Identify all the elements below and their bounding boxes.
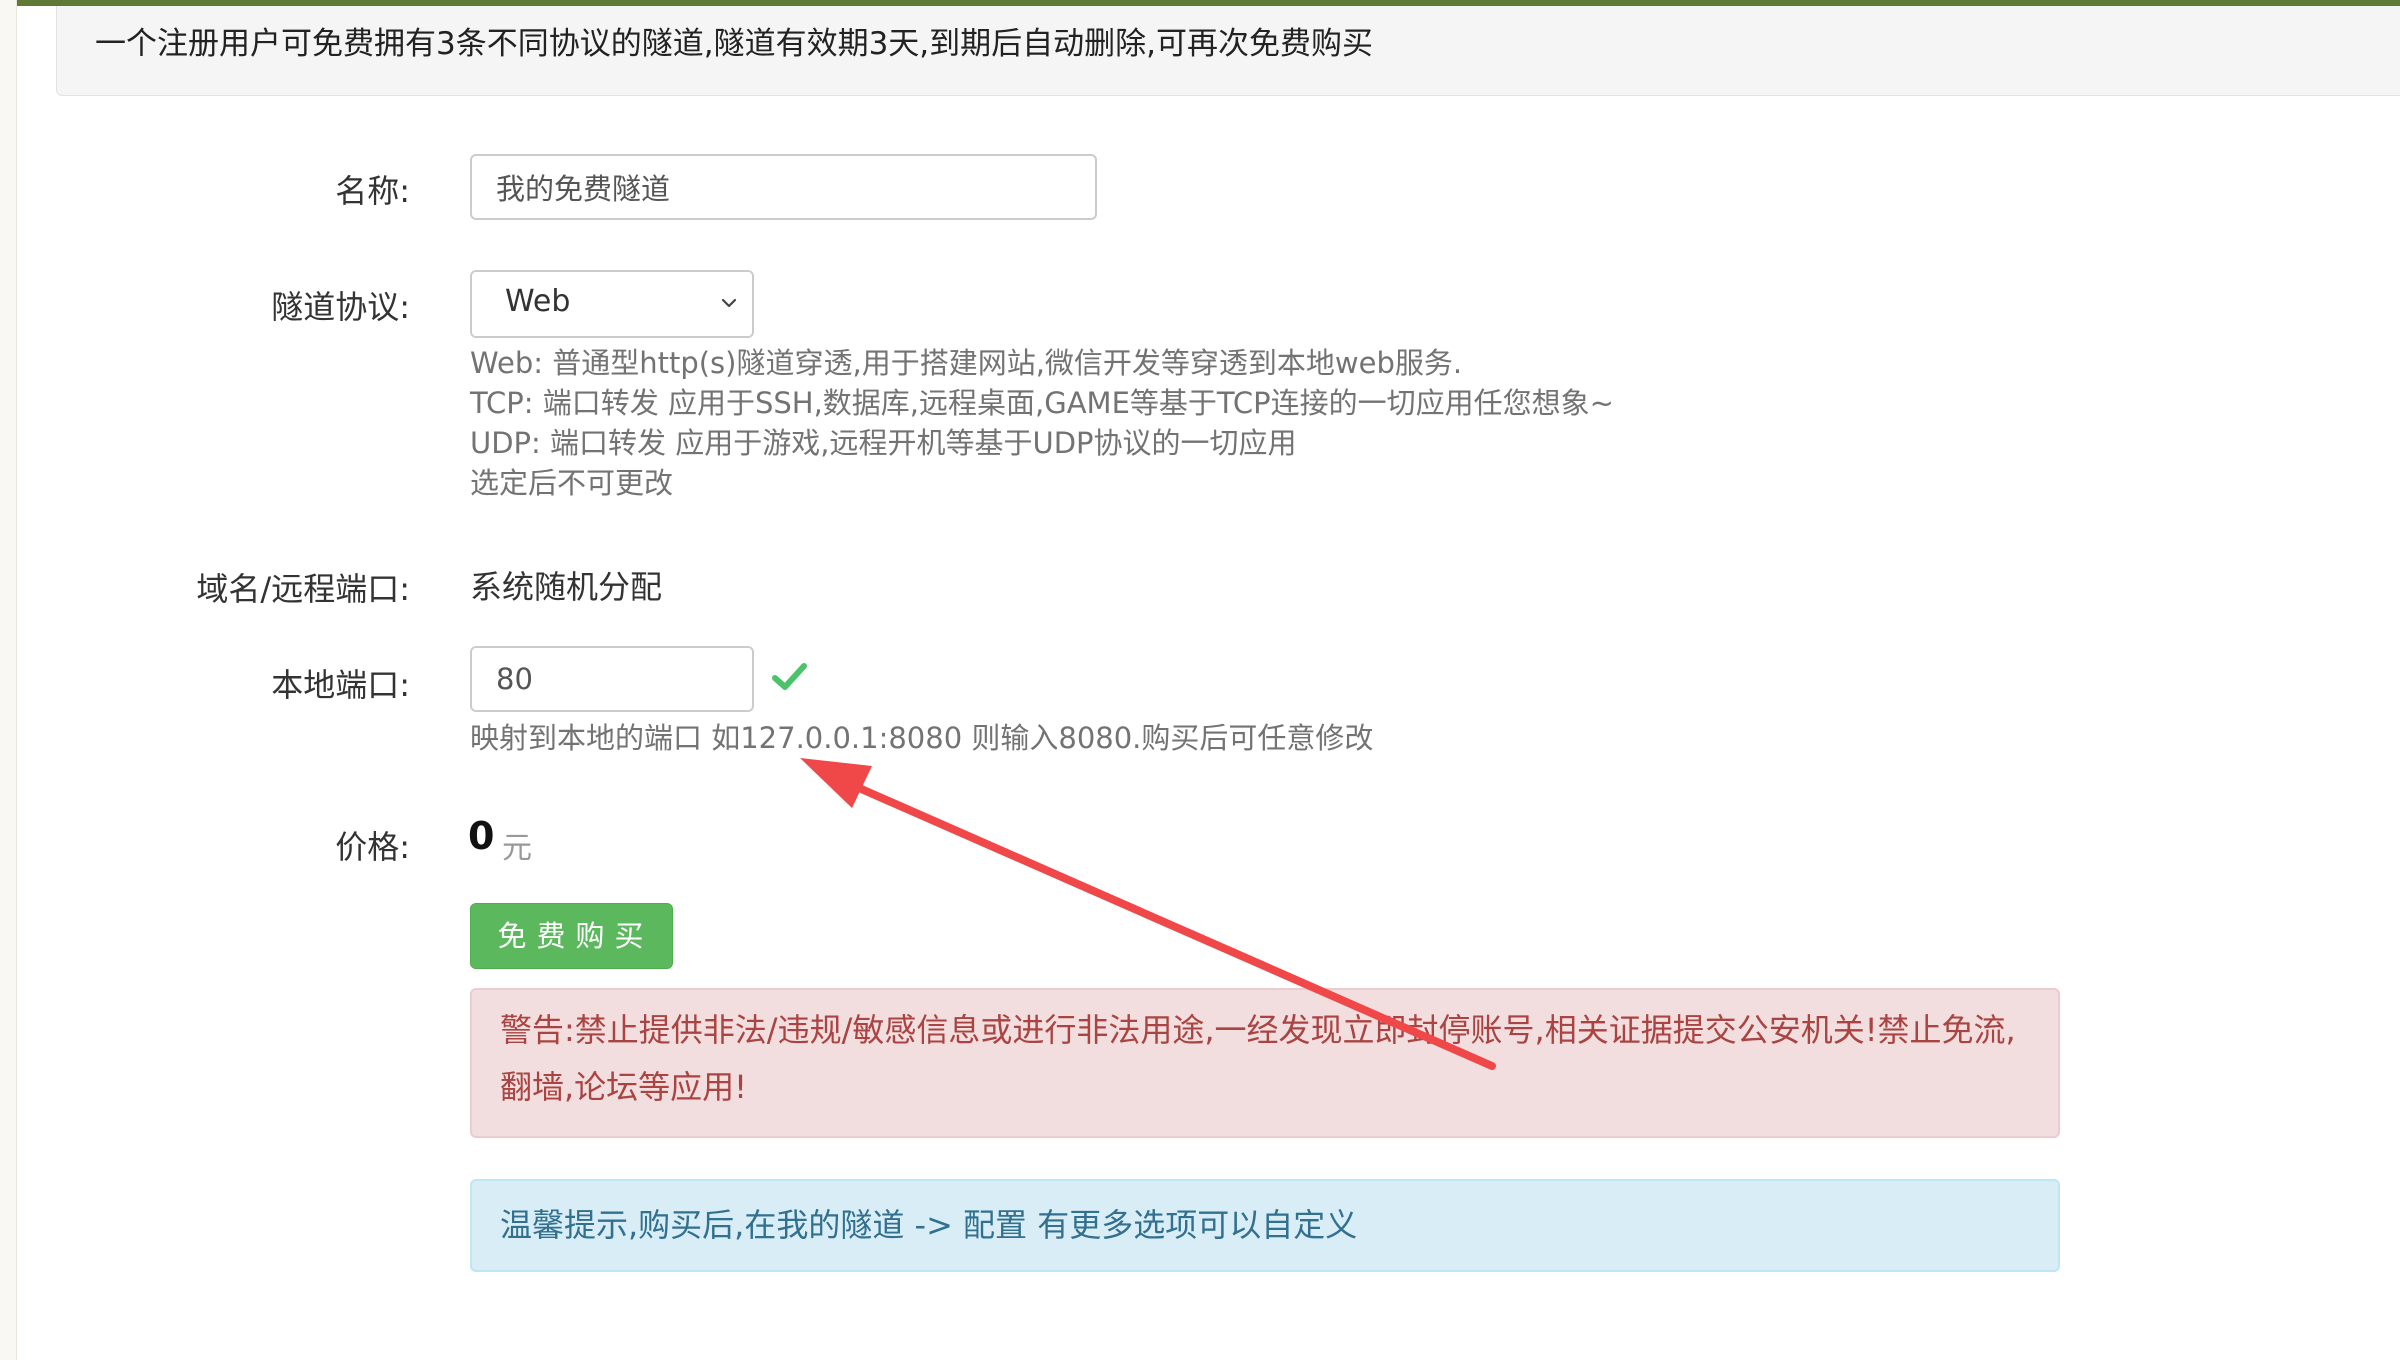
protocol-select[interactable]: Web — [470, 270, 754, 338]
local-port-label: 本地端口: — [271, 666, 410, 704]
protocol-help-tcp: TCP: 端口转发 应用于SSH,数据库,远程桌面,GAME等基于TCP连接的一… — [470, 386, 1614, 420]
domain-value: 系统随机分配 — [470, 568, 663, 606]
protocol-help-note: 选定后不可更改 — [470, 466, 674, 500]
local-port-input[interactable] — [470, 646, 754, 712]
name-label: 名称: — [335, 172, 410, 210]
free-buy-button[interactable]: 免费购买 — [470, 903, 673, 969]
protocol-label: 隧道协议: — [271, 288, 410, 326]
warning-alert: 警告:禁止提供非法/违规/敏感信息或进行非法用途,一经发现立即封停账号,相关证据… — [470, 988, 2060, 1138]
name-input[interactable] — [470, 154, 1097, 220]
notice-text: 一个注册用户可免费拥有3条不同协议的隧道,隧道有效期3天,到期后自动删除,可再次… — [95, 26, 1374, 62]
info-alert: 温馨提示,购买后,在我的隧道 -> 配置 有更多选项可以自定义 — [470, 1179, 2060, 1272]
chevron-down-icon — [721, 298, 737, 308]
notice-panel: 一个注册用户可免费拥有3条不同协议的隧道,隧道有效期3天,到期后自动删除,可再次… — [56, 6, 2400, 96]
price-amount: 0 — [468, 814, 495, 858]
domain-label: 域名/远程端口: — [196, 570, 410, 608]
local-port-help: 映射到本地的端口 如127.0.0.1:8080 则输入8080.购买后可任意修… — [470, 721, 1374, 755]
protocol-help-web: Web: 普通型http(s)隧道穿透,用于搭建网站,微信开发等穿透到本地web… — [470, 346, 1463, 380]
protocol-selected-value: Web — [505, 284, 571, 319]
price-unit: 元 — [502, 831, 532, 866]
left-background-strip — [0, 0, 17, 1360]
protocol-help-udp: UDP: 端口转发 应用于游戏,远程开机等基于UDP协议的一切应用 — [470, 426, 1297, 460]
price-label: 价格: — [335, 828, 410, 866]
check-icon — [772, 663, 807, 690]
